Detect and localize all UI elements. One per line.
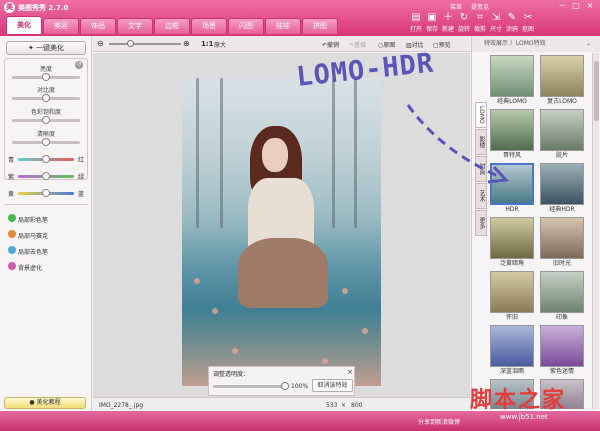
watermark-url: www.jb51.net (500, 413, 548, 421)
app-window: 美 美图秀秀 2.7.0 菜单 提意见 － □ × 美化 美容 饰品 文字 边框… (0, 0, 600, 431)
arrow-line (406, 104, 501, 179)
annotation-arrow (406, 104, 510, 184)
watermark-logo: 脚本之家 (470, 387, 567, 413)
arrow-head (487, 165, 510, 184)
